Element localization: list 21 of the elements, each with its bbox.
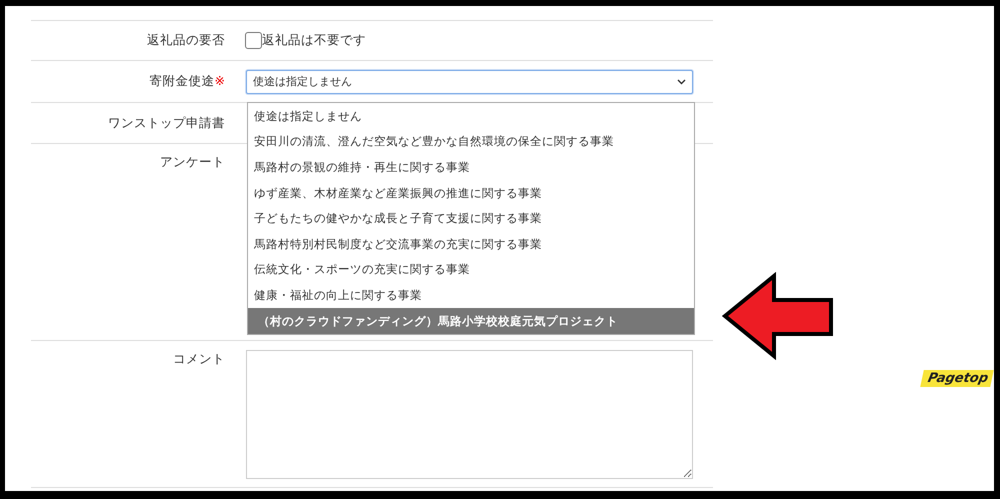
dropdown-option[interactable]: 健康・福祉の向上に関する事業: [248, 282, 694, 308]
dropdown-option[interactable]: 馬路村特別村民制度など交流事業の充実に関する事業: [248, 231, 694, 258]
checkbox[interactable]: [245, 32, 262, 49]
pagetop-button[interactable]: Pagetop: [920, 370, 994, 387]
field-label: コメント: [173, 351, 225, 366]
dropdown-option[interactable]: 伝統文化・スポーツの充実に関する事業: [248, 257, 694, 283]
required-mark: ※: [214, 73, 225, 88]
comment-field[interactable]: [246, 350, 693, 479]
dropdown-option[interactable]: （村のクラウドファンディング）馬路小学校校庭元気プロジェクト: [248, 308, 694, 334]
field-label: ワンストップ申請書: [108, 114, 225, 130]
caret-icon: [677, 78, 686, 84]
checkbox-label[interactable]: 返礼品は不要です: [262, 32, 366, 49]
dropdown-option[interactable]: ゆず産業、木材産業など産業振興の推進に関する事業: [248, 180, 694, 206]
field-label: アンケート: [160, 154, 225, 169]
dropdown-option[interactable]: 馬路村の景観の維持・再生に関する事業: [248, 154, 694, 180]
dropdown-option[interactable]: 子どもたちの健やかな成長と子育て支援に関する事業: [248, 206, 694, 232]
dropdown-option[interactable]: 安田川の清流、澄んだ空気など豊かな自然環境の保全に関する事業: [248, 129, 694, 155]
field-label: 返礼品の要否: [147, 32, 225, 47]
field-label: 寄附金使途: [150, 73, 215, 88]
select-field[interactable]: 使途は指定しません: [246, 70, 693, 94]
dropdown-option[interactable]: 使途は指定しません: [248, 104, 694, 130]
